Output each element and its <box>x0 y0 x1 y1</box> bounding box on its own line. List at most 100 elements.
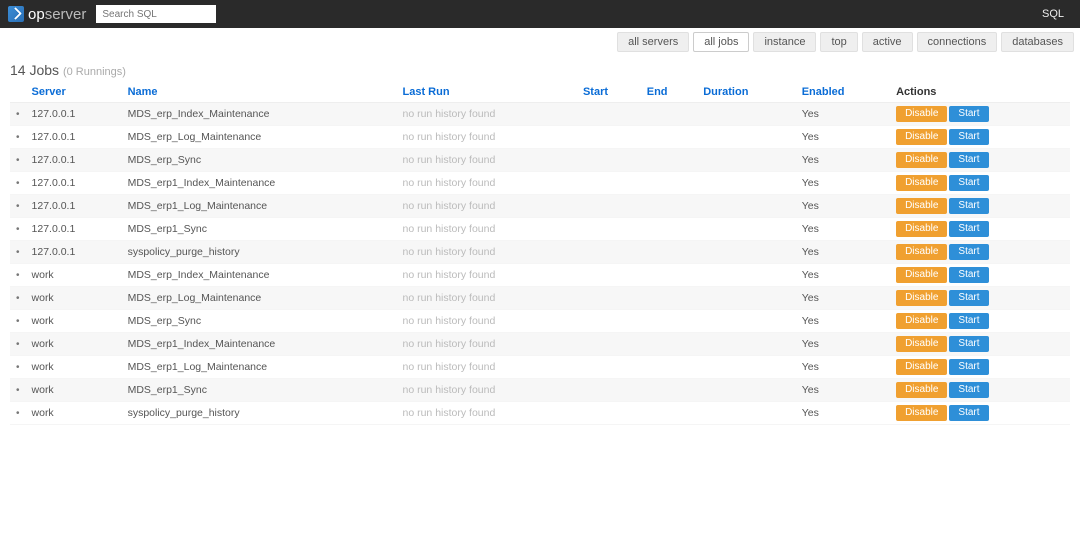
row-duration <box>697 218 796 241</box>
logo-text-op: op <box>28 6 45 23</box>
row-end <box>641 333 697 356</box>
table-row: •workMDS_erp_Log_Maintenanceno run histo… <box>10 287 1070 310</box>
row-duration <box>697 195 796 218</box>
row-name: MDS_erp_Log_Maintenance <box>122 126 397 149</box>
start-button[interactable]: Start <box>949 175 988 191</box>
row-bullet-icon: • <box>10 264 26 287</box>
start-button[interactable]: Start <box>949 129 988 145</box>
top-bar: opserver SQL <box>0 0 1080 28</box>
row-end <box>641 356 697 379</box>
running-count: (0 Runnings) <box>63 66 126 78</box>
disable-button[interactable]: Disable <box>896 152 947 168</box>
page-title: 14 Jobs (0 Runnings) <box>10 62 1070 78</box>
nav-tab-all-servers[interactable]: all servers <box>617 32 689 52</box>
row-lastrun: no run history found <box>397 356 577 379</box>
row-server: work <box>26 402 122 425</box>
row-duration <box>697 310 796 333</box>
start-button[interactable]: Start <box>949 106 988 122</box>
row-lastrun: no run history found <box>397 310 577 333</box>
start-button[interactable]: Start <box>949 221 988 237</box>
start-button[interactable]: Start <box>949 336 988 352</box>
row-end <box>641 172 697 195</box>
start-button[interactable]: Start <box>949 359 988 375</box>
disable-button[interactable]: Disable <box>896 244 947 260</box>
row-name: MDS_erp1_Log_Maintenance <box>122 356 397 379</box>
row-actions: DisableStart <box>890 149 1070 172</box>
row-duration <box>697 333 796 356</box>
table-row: •127.0.0.1MDS_erp_Syncno run history fou… <box>10 149 1070 172</box>
row-actions: DisableStart <box>890 333 1070 356</box>
disable-button[interactable]: Disable <box>896 198 947 214</box>
nav-tab-top[interactable]: top <box>820 32 857 52</box>
disable-button[interactable]: Disable <box>896 267 947 283</box>
disable-button[interactable]: Disable <box>896 175 947 191</box>
disable-button[interactable]: Disable <box>896 313 947 329</box>
row-end <box>641 218 697 241</box>
nav-tab-instance[interactable]: instance <box>753 32 816 52</box>
col-start[interactable]: Start <box>577 82 641 103</box>
row-enabled: Yes <box>796 149 890 172</box>
table-row: •127.0.0.1MDS_erp_Index_Maintenanceno ru… <box>10 103 1070 126</box>
row-duration <box>697 241 796 264</box>
col-end[interactable]: End <box>641 82 697 103</box>
col-server[interactable]: Server <box>26 82 122 103</box>
row-end <box>641 287 697 310</box>
row-actions: DisableStart <box>890 241 1070 264</box>
start-button[interactable]: Start <box>949 290 988 306</box>
row-lastrun: no run history found <box>397 241 577 264</box>
row-end <box>641 241 697 264</box>
row-actions: DisableStart <box>890 103 1070 126</box>
row-bullet-icon: • <box>10 126 26 149</box>
nav-tab-active[interactable]: active <box>862 32 913 52</box>
start-button[interactable]: Start <box>949 267 988 283</box>
row-enabled: Yes <box>796 103 890 126</box>
row-start <box>577 402 641 425</box>
row-duration <box>697 264 796 287</box>
row-enabled: Yes <box>796 126 890 149</box>
nav-tab-all-jobs[interactable]: all jobs <box>693 32 749 52</box>
app-logo[interactable]: opserver <box>8 6 86 23</box>
col-enabled[interactable]: Enabled <box>796 82 890 103</box>
row-actions: DisableStart <box>890 402 1070 425</box>
row-name: MDS_erp_Log_Maintenance <box>122 287 397 310</box>
row-bullet-icon: • <box>10 333 26 356</box>
start-button[interactable]: Start <box>949 244 988 260</box>
col-duration[interactable]: Duration <box>697 82 796 103</box>
disable-button[interactable]: Disable <box>896 382 947 398</box>
col-name[interactable]: Name <box>122 82 397 103</box>
search-input[interactable] <box>96 5 216 23</box>
start-button[interactable]: Start <box>949 313 988 329</box>
row-server: work <box>26 264 122 287</box>
disable-button[interactable]: Disable <box>896 336 947 352</box>
disable-button[interactable]: Disable <box>896 106 947 122</box>
row-server: 127.0.0.1 <box>26 195 122 218</box>
row-enabled: Yes <box>796 287 890 310</box>
disable-button[interactable]: Disable <box>896 290 947 306</box>
start-button[interactable]: Start <box>949 152 988 168</box>
row-end <box>641 310 697 333</box>
col-lastrun[interactable]: Last Run <box>397 82 577 103</box>
start-button[interactable]: Start <box>949 405 988 421</box>
row-name: MDS_erp1_Sync <box>122 218 397 241</box>
start-button[interactable]: Start <box>949 382 988 398</box>
context-label[interactable]: SQL <box>1042 8 1072 20</box>
disable-button[interactable]: Disable <box>896 405 947 421</box>
row-duration <box>697 402 796 425</box>
nav-tab-databases[interactable]: databases <box>1001 32 1074 52</box>
start-button[interactable]: Start <box>949 198 988 214</box>
row-bullet-icon: • <box>10 195 26 218</box>
job-count: 14 <box>10 62 26 78</box>
disable-button[interactable]: Disable <box>896 359 947 375</box>
row-start <box>577 218 641 241</box>
jobs-table: Server Name Last Run Start End Duration … <box>10 82 1070 425</box>
row-enabled: Yes <box>796 218 890 241</box>
nav-tab-connections[interactable]: connections <box>917 32 998 52</box>
col-status <box>10 82 26 103</box>
row-enabled: Yes <box>796 402 890 425</box>
disable-button[interactable]: Disable <box>896 129 947 145</box>
row-start <box>577 310 641 333</box>
row-end <box>641 126 697 149</box>
row-start <box>577 241 641 264</box>
row-bullet-icon: • <box>10 241 26 264</box>
disable-button[interactable]: Disable <box>896 221 947 237</box>
